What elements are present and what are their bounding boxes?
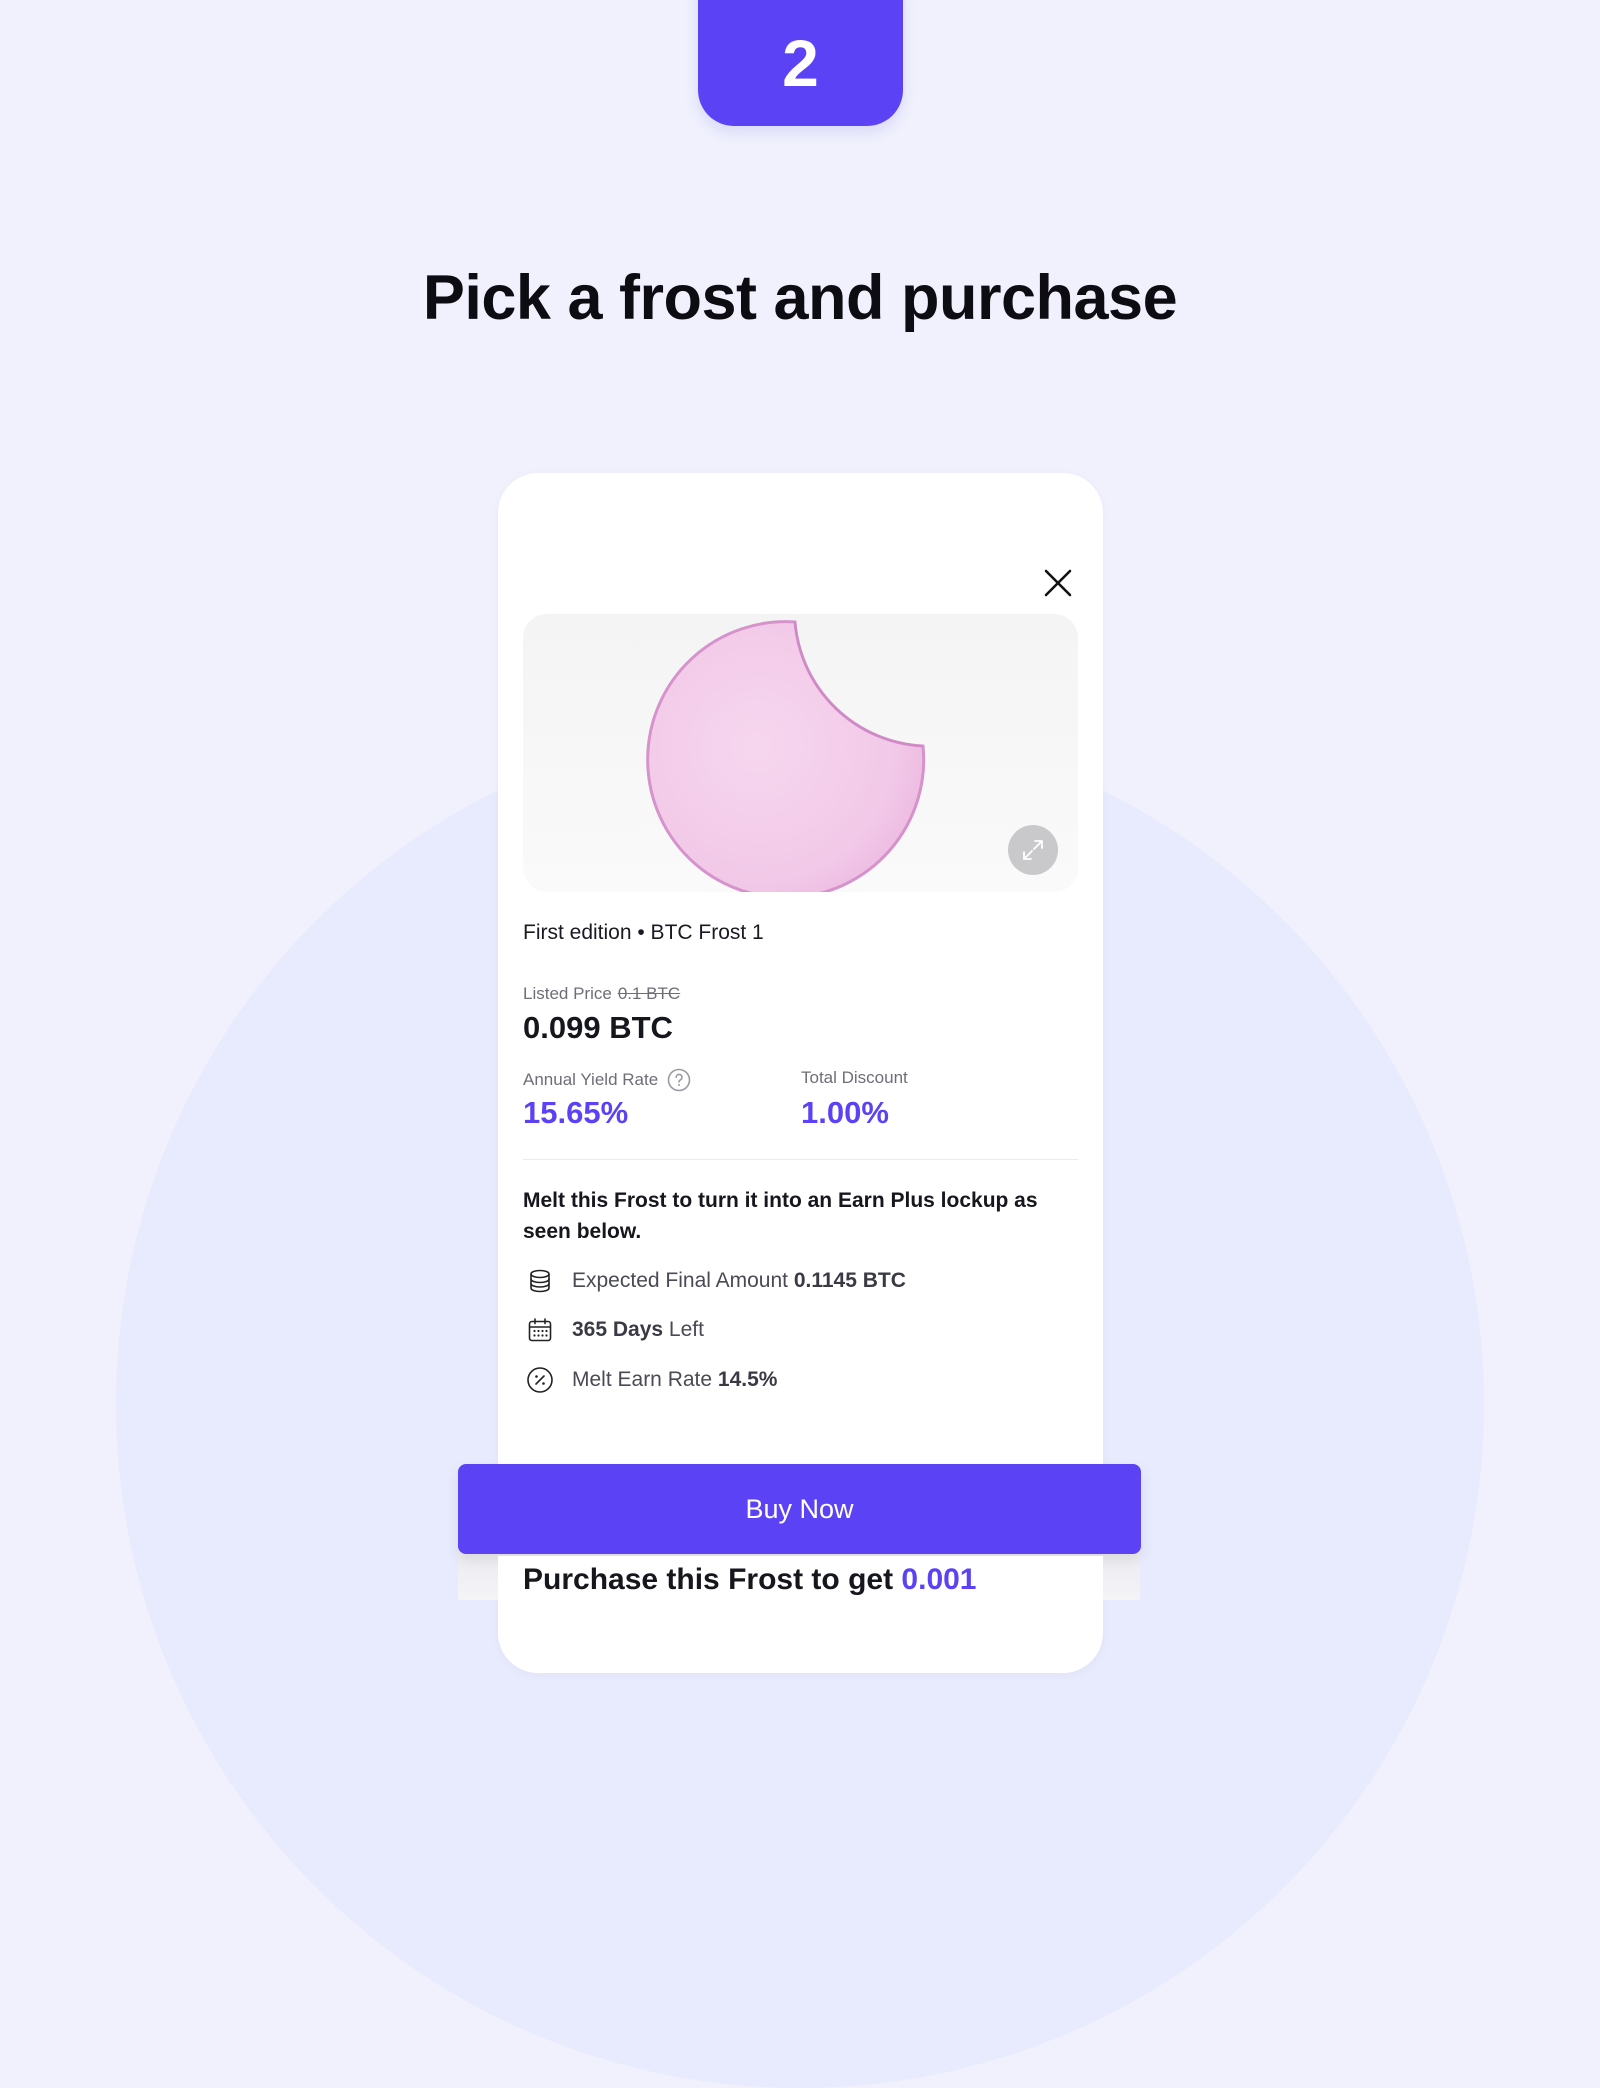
detail-expected-amount: Expected Final Amount 0.1145 BTC (523, 1264, 906, 1298)
close-button[interactable] (1038, 563, 1078, 603)
detail-melt-rate: Melt Earn Rate 14.5% (523, 1363, 777, 1397)
melt-description: Melt this Frost to turn it into an Earn … (523, 1189, 1038, 1243)
step-badge: 2 (698, 0, 903, 126)
total-discount-value: 1.00% (801, 1095, 889, 1130)
step-number: 2 (782, 26, 819, 100)
coin-stack-icon (523, 1264, 557, 1298)
page-title: Pick a frost and purchase (422, 263, 1178, 333)
calendar-icon (523, 1313, 557, 1347)
total-discount-label: Total Discount (801, 1068, 908, 1087)
annual-yield-value: 15.65% (523, 1095, 629, 1130)
current-price: 0.099 BTC (523, 1010, 673, 1045)
days-left-value: 365 Days (572, 1318, 664, 1341)
expand-icon (1023, 840, 1043, 860)
expected-amount-label: Expected Final Amount (572, 1269, 788, 1292)
melt-rate-label: Melt Earn Rate (572, 1368, 713, 1391)
purchase-summary: Purchase this Frost to get 0.001 (523, 1563, 977, 1597)
detail-days-left: 365 Days Left (523, 1313, 704, 1347)
listed-price-row: Listed Price 0.1 BTC (523, 984, 680, 1004)
divider (523, 1159, 1078, 1160)
purchase-amount: 0.001 (901, 1563, 977, 1596)
buy-now-button[interactable]: Buy Now (458, 1464, 1141, 1554)
listed-price-label: Listed Price (523, 984, 612, 1003)
days-left-label: Left (668, 1318, 704, 1341)
annual-yield-label-row: Annual Yield Rate (523, 1068, 691, 1092)
close-icon (1044, 569, 1072, 597)
frost-shape (646, 620, 926, 892)
frost-image[interactable] (523, 614, 1078, 892)
original-price: 0.1 BTC (617, 984, 681, 1003)
edition-label: First edition • BTC Frost 1 (523, 921, 764, 944)
percent-badge-icon (523, 1363, 557, 1397)
annual-yield-label: Annual Yield Rate (523, 1070, 659, 1089)
purchase-prefix: Purchase this Frost to get (523, 1563, 894, 1596)
help-icon[interactable] (667, 1068, 691, 1092)
expected-amount-value: 0.1145 BTC (793, 1269, 906, 1292)
melt-rate-value: 14.5% (717, 1368, 778, 1391)
expand-button[interactable] (1008, 825, 1058, 875)
